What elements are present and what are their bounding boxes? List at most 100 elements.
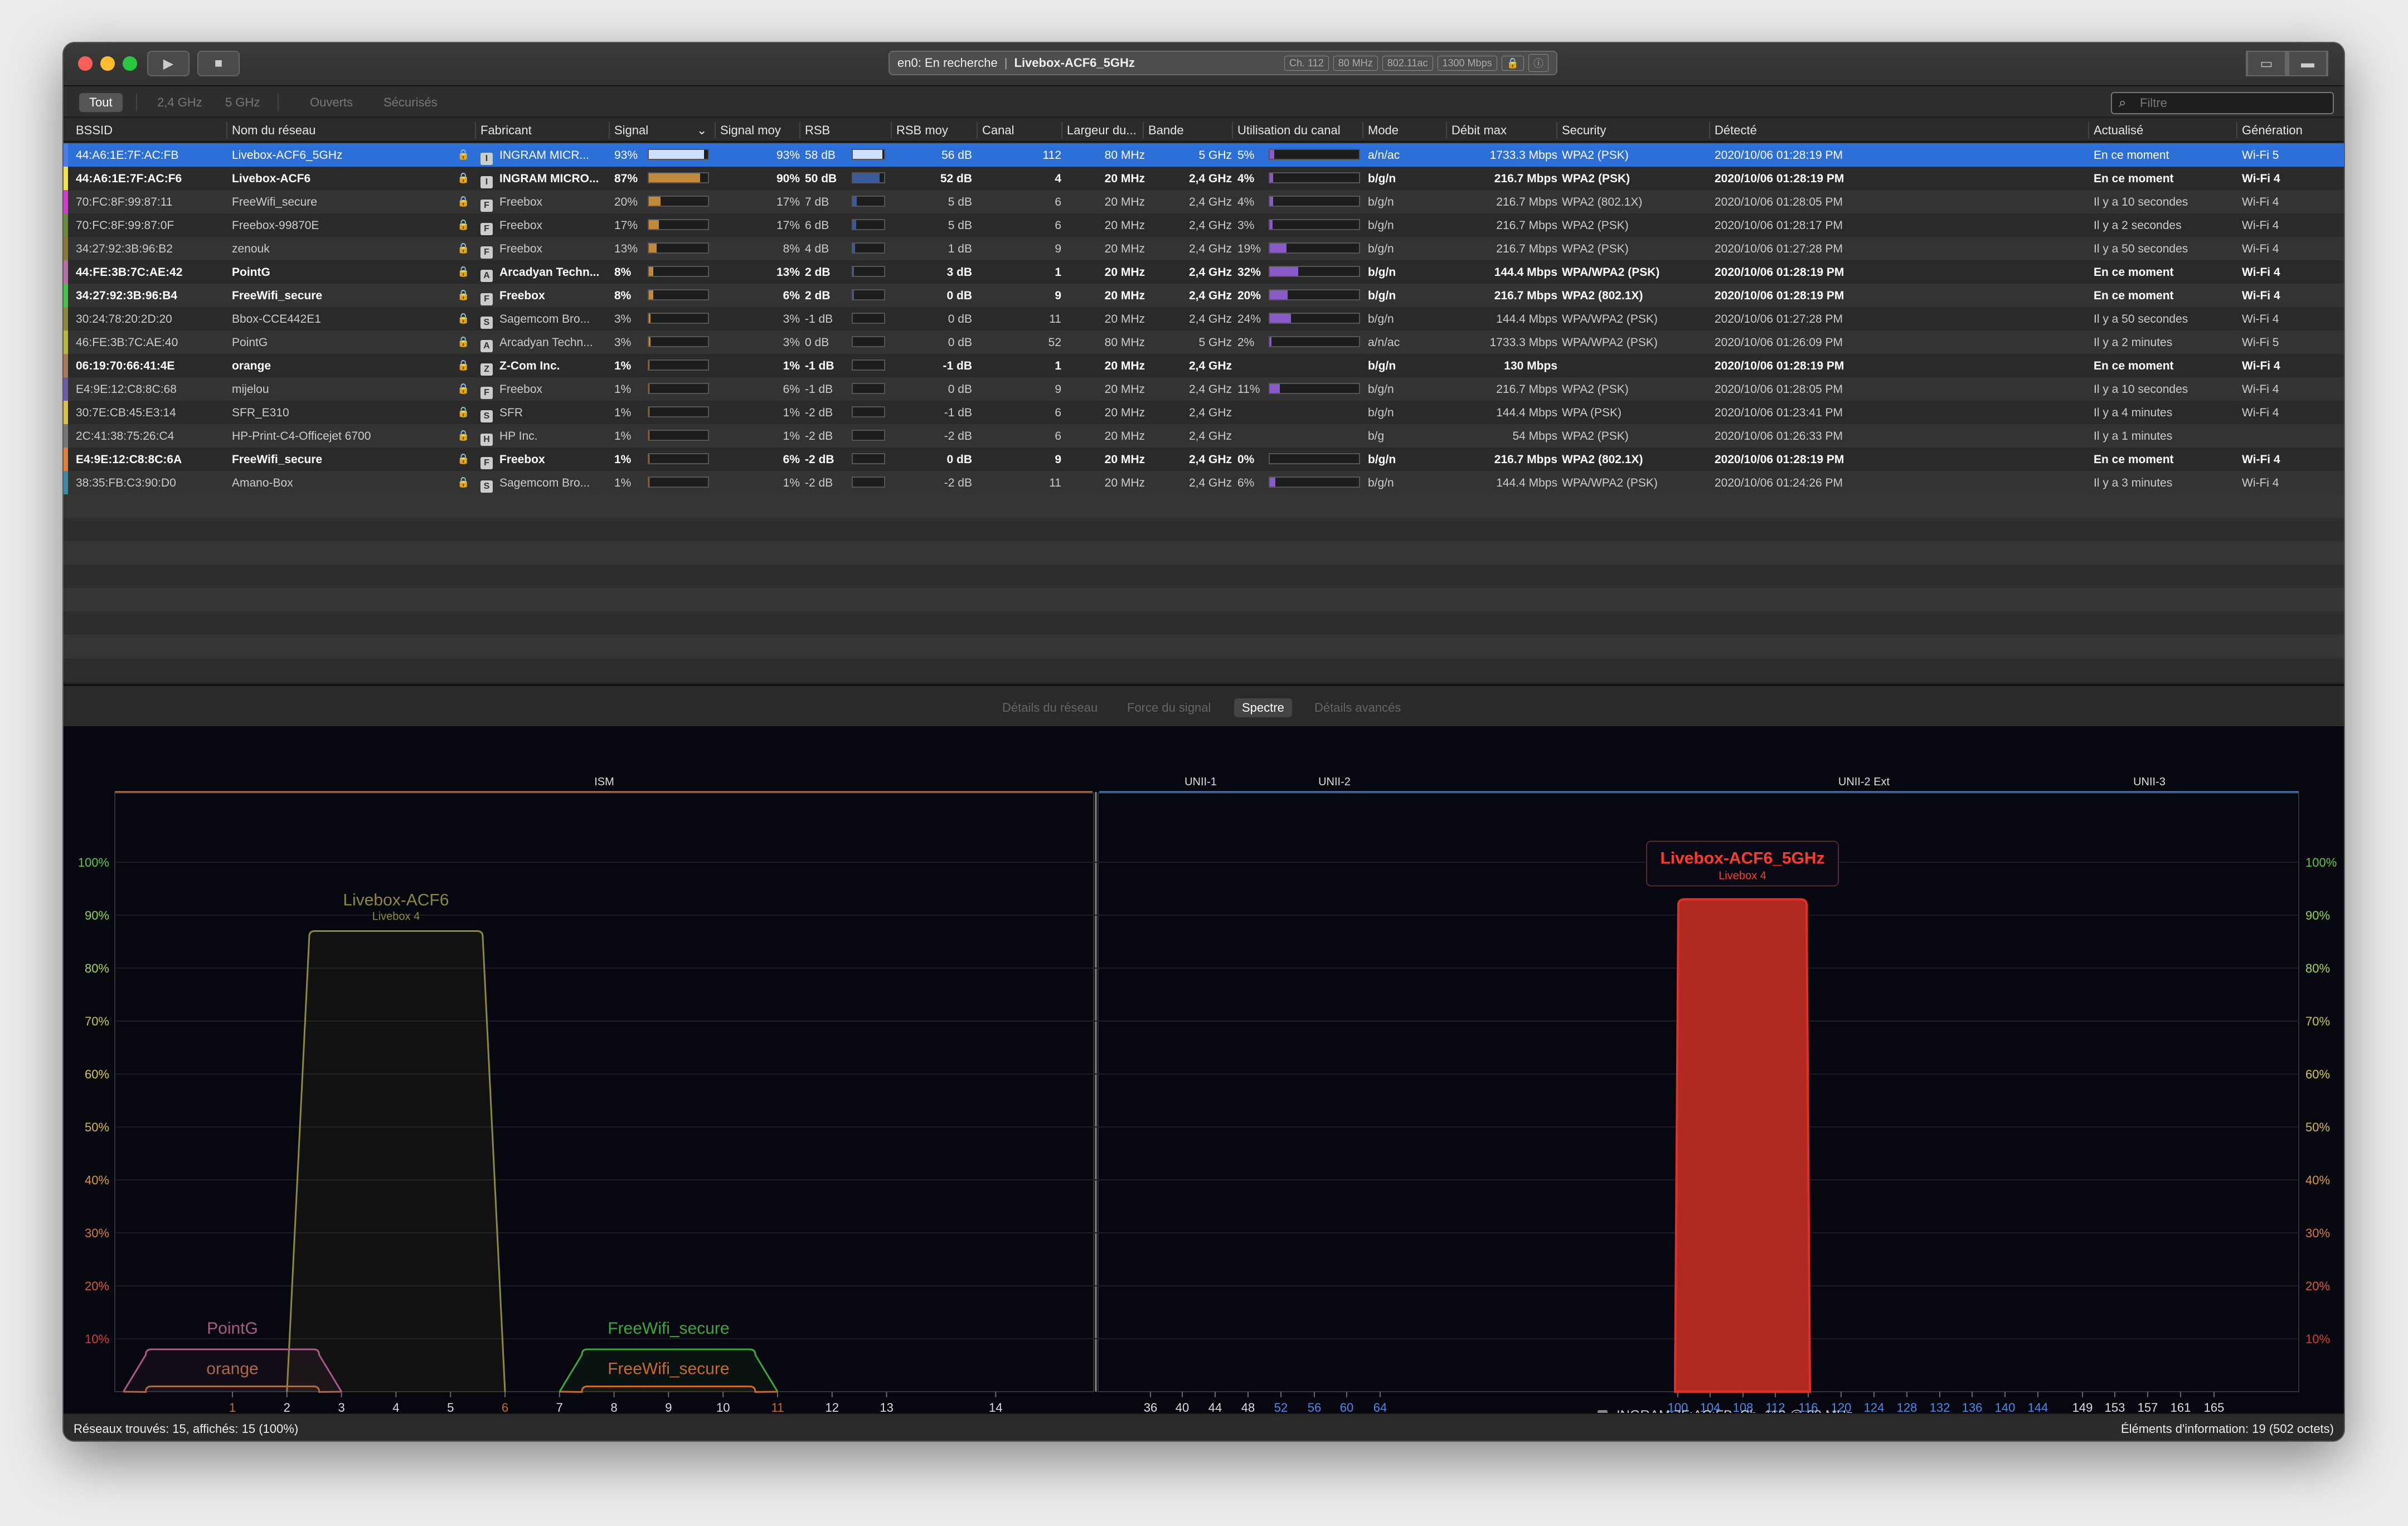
column-header[interactable]: Signal moy bbox=[720, 123, 781, 138]
tab-advanced-details[interactable]: Détails avancés bbox=[1307, 698, 1409, 717]
filter-all[interactable]: Tout bbox=[79, 93, 123, 112]
cell-band: 2,4 GHz bbox=[1188, 477, 1232, 489]
table-row[interactable]: 2C:41:38:75:26:C4 HP-Print-C4-Officejet 6… bbox=[64, 424, 2344, 448]
table-row[interactable]: 30:24:78:20:2D:20 Bbox-CCE442E1 🔒 S Sagemcom… bbox=[64, 307, 2344, 331]
manufacturer-icon-wrap: Z bbox=[480, 359, 495, 376]
column-separator[interactable] bbox=[1362, 122, 1363, 139]
column-separator[interactable] bbox=[2088, 122, 2089, 139]
filter-secured[interactable]: Sécurisés bbox=[373, 93, 448, 112]
column-header[interactable]: RSB bbox=[805, 123, 830, 138]
column-header[interactable]: Débit max bbox=[1451, 123, 1507, 138]
column-separator[interactable] bbox=[1232, 122, 1233, 139]
column-separator[interactable] bbox=[1143, 122, 1144, 139]
table-row[interactable]: 30:7E:CB:45:E3:14 SFR_E310 🔒 S SFR 1% 1% -2 dB -… bbox=[64, 401, 2344, 424]
column-header[interactable]: Actualisé bbox=[2094, 123, 2143, 138]
filter-5ghz[interactable]: 5 GHz bbox=[215, 93, 270, 112]
column-header[interactable]: Fabricant bbox=[480, 123, 532, 138]
column-header[interactable]: Security bbox=[1562, 123, 1606, 138]
column-header[interactable]: RSB moy bbox=[896, 123, 948, 138]
manufacturer-icon-wrap: H bbox=[480, 430, 495, 446]
cell-signal: 93% bbox=[614, 149, 638, 162]
tab-spectrum[interactable]: Spectre bbox=[1234, 698, 1292, 717]
column-header[interactable]: Mode bbox=[1368, 123, 1399, 138]
column-header[interactable]: Bande bbox=[1148, 123, 1184, 138]
table-row[interactable]: E4:9E:12:C8:8C:6A FreeWifi_secure 🔒 F Freebo… bbox=[64, 448, 2344, 471]
cell-mfg: Freebox bbox=[499, 219, 543, 232]
column-separator[interactable] bbox=[226, 122, 227, 139]
cell-mfg: HP Inc. bbox=[499, 430, 538, 443]
cell-detected: 2020/10/06 01:28:19 PM bbox=[1715, 149, 1843, 162]
table-row[interactable]: 34:27:92:3B:96:B4 FreeWifi_secure 🔒 F Freebo… bbox=[64, 284, 2344, 307]
cell-signal_avg: 1% bbox=[783, 406, 800, 419]
close-window-button[interactable] bbox=[78, 56, 93, 71]
cell-bssid: 30:7E:CB:45:E3:14 bbox=[76, 406, 176, 419]
table-row[interactable]: 70:FC:8F:99:87:0F Freebox-99870E 🔒 F Freebox… bbox=[64, 213, 2344, 237]
table-row[interactable]: 34:27:92:3B:96:B2 zenouk 🔒 F Freebox 13% 8% 4 d… bbox=[64, 237, 2344, 260]
column-header[interactable]: Détecté bbox=[1715, 123, 1757, 138]
column-header[interactable]: BSSID bbox=[76, 123, 113, 138]
signal-bar bbox=[648, 289, 709, 300]
table-row[interactable]: 46:FE:3B:7C:AE:40 PointG 🔒 A Arcadyan Techn.… bbox=[64, 331, 2344, 354]
cell-name: FreeWifi_secure bbox=[232, 196, 317, 208]
y-tick-left: 60% bbox=[85, 1067, 109, 1081]
table-row[interactable]: 44:FE:3B:7C:AE:42 PointG 🔒 A Arcadyan Techn.… bbox=[64, 260, 2344, 284]
column-separator[interactable] bbox=[799, 122, 800, 139]
column-separator[interactable] bbox=[609, 122, 610, 139]
column-separator[interactable] bbox=[2236, 122, 2237, 139]
cell-gen: Wi-Fi 4 bbox=[2242, 219, 2279, 232]
tab-signal-strength[interactable]: Force du signal bbox=[1119, 698, 1218, 717]
split-view-button[interactable]: ▬ bbox=[2287, 51, 2328, 76]
empty-row bbox=[64, 588, 2344, 611]
column-separator[interactable] bbox=[475, 122, 476, 139]
column-separator[interactable] bbox=[891, 122, 892, 139]
signal-bar bbox=[648, 477, 709, 488]
column-header[interactable]: Nom du réseau bbox=[232, 123, 315, 138]
cell-mode: b/g bbox=[1368, 430, 1385, 443]
filter-24ghz[interactable]: 2,4 GHz bbox=[147, 93, 212, 112]
table-row[interactable]: 06:19:70:66:41:4E orange 🔒 Z Z-Com Inc. 1% 1% -… bbox=[64, 354, 2344, 377]
column-separator[interactable] bbox=[1709, 122, 1710, 139]
column-header[interactable]: Largeur du... bbox=[1067, 123, 1137, 138]
cell-band: 2,4 GHz bbox=[1188, 313, 1232, 325]
cell-updated: Il y a 2 minutes bbox=[2094, 336, 2173, 349]
cell-detected: 2020/10/06 01:28:19 PM bbox=[1715, 172, 1844, 185]
column-separator[interactable] bbox=[1061, 122, 1062, 139]
filter-open[interactable]: Ouverts bbox=[300, 93, 363, 112]
cell-mfg: Freebox bbox=[499, 196, 543, 208]
table-row[interactable]: 38:35:FB:C3:90:D0 Amano-Box 🔒 S Sagemcom Bro… bbox=[64, 471, 2344, 494]
filter-search-input[interactable]: ⌕ Filtre bbox=[2111, 92, 2334, 114]
column-separator[interactable] bbox=[1446, 122, 1447, 139]
manufacturer-icon-wrap: F bbox=[480, 383, 495, 399]
sort-desc-icon: ⌄ bbox=[697, 123, 707, 137]
play-button[interactable]: ▶ bbox=[147, 51, 190, 76]
cell-updated: Il y a 50 secondes bbox=[2094, 242, 2188, 255]
column-header[interactable]: Utilisation du canal bbox=[1237, 123, 1341, 138]
column-header[interactable]: Génération bbox=[2242, 123, 2303, 138]
cell-mfg: SFR bbox=[499, 406, 523, 419]
table-row[interactable]: 70:FC:8F:99:87:11 FreeWifi_secure 🔒 F Freebo… bbox=[64, 190, 2344, 213]
minimize-window-button[interactable] bbox=[100, 56, 115, 71]
cell-security: WPA/WPA2 (PSK) bbox=[1562, 336, 1658, 349]
cell-rate: 216.7 Mbps bbox=[1494, 289, 1557, 302]
column-separator[interactable] bbox=[715, 122, 716, 139]
cell-channel: 9 bbox=[1055, 289, 1061, 302]
column-separator[interactable] bbox=[977, 122, 978, 139]
tab-network-details[interactable]: Détails du réseau bbox=[994, 698, 1105, 717]
cell-detected: 2020/10/06 01:27:28 PM bbox=[1715, 313, 1843, 325]
column-header[interactable]: Signal bbox=[614, 123, 648, 138]
stop-button[interactable]: ■ bbox=[197, 51, 240, 76]
lock-icon: 🔒 bbox=[457, 336, 470, 347]
cell-security: WPA/WPA2 (PSK) bbox=[1562, 477, 1658, 489]
table-row[interactable]: 44:A6:1E:7F:AC:F6 Livebox-ACF6 🔒 I INGRAM MI… bbox=[64, 167, 2344, 190]
column-header[interactable]: Canal bbox=[982, 123, 1014, 138]
zoom-window-button[interactable] bbox=[123, 56, 137, 71]
info-icon[interactable]: ⓘ bbox=[1528, 54, 1548, 72]
column-separator[interactable] bbox=[1556, 122, 1557, 139]
lock-icon: 🔒 bbox=[457, 266, 470, 277]
table-header: BSSID Nom du réseau Fabricant Signal Signal … bbox=[64, 119, 2344, 142]
cell-rate: 144.4 Mbps bbox=[1496, 313, 1557, 325]
list-view-button[interactable]: ▭ bbox=[2246, 51, 2287, 76]
table-row[interactable]: E4:9E:12:C8:8C:68 mijelou 🔒 F Freebox 1% 6% -1 … bbox=[64, 377, 2344, 401]
table-row[interactable]: 44:A6:1E:7F:AC:FB Livebox-ACF6_5GHz 🔒 I INGR… bbox=[64, 143, 2344, 167]
cell-width: 20 MHz bbox=[1104, 196, 1145, 208]
